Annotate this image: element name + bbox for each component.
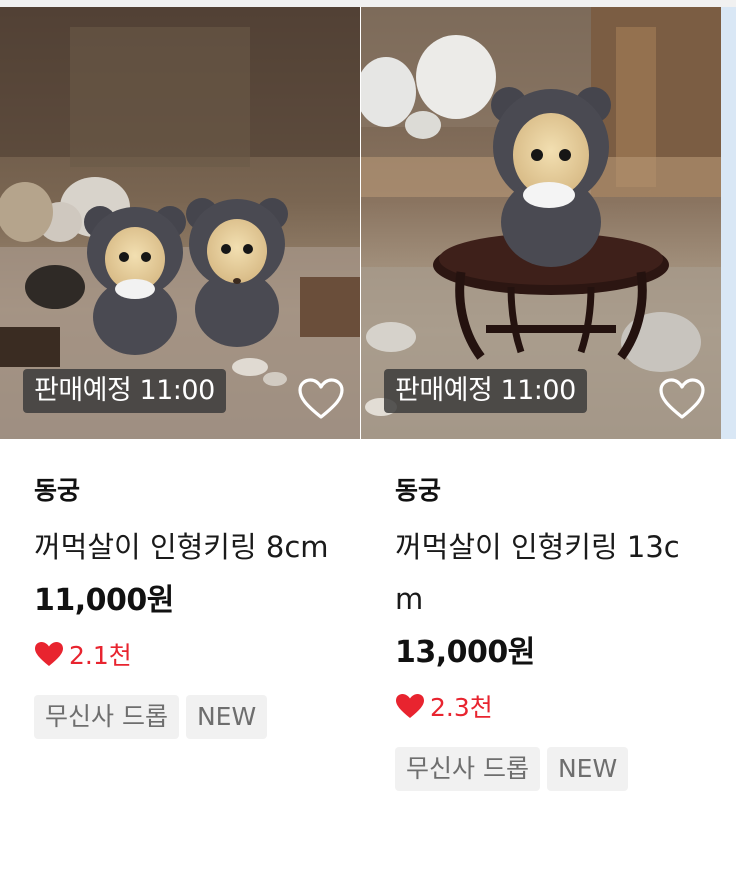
next-card-peek (721, 7, 736, 439)
tag-new: NEW (185, 695, 268, 739)
product-price: 13,000원 (395, 635, 535, 670)
tag-list: 무신사 드롭 NEW (34, 695, 360, 739)
like-count-value: 2.3천 (430, 693, 493, 722)
tag-musinsa-drop: 무신사 드롭 (395, 747, 540, 791)
product-title[interactable]: 꺼먹살이 인형키링 13cm (395, 521, 700, 625)
tag-musinsa-drop: 무신사 드롭 (34, 695, 179, 739)
sale-scheduled-badge: 판매예정 11:00 (23, 369, 226, 413)
heart-filled-icon (35, 642, 63, 666)
product-image[interactable]: 판매예정 11:00 (361, 7, 721, 439)
like-count: 2.3천 (395, 689, 721, 723)
product-card[interactable]: 판매예정 11:00 동궁 꺼먹살이 인형키링 8cm 11,000원 2.1천… (0, 7, 360, 739)
product-card[interactable]: 판매예정 11:00 동궁 꺼먹살이 인형키링 13cm 13,000원 2.3… (361, 7, 721, 791)
tag-new: NEW (546, 747, 629, 791)
product-price: 11,000원 (34, 583, 174, 618)
like-count-value: 2.1천 (69, 641, 132, 670)
wishlist-heart-icon[interactable] (657, 377, 707, 421)
sale-scheduled-badge: 판매예정 11:00 (384, 369, 587, 413)
tag-list: 무신사 드롭 NEW (395, 747, 721, 791)
top-divider (0, 0, 736, 7)
brand-name[interactable]: 동궁 (34, 475, 360, 507)
wishlist-heart-icon[interactable] (296, 377, 346, 421)
brand-name[interactable]: 동궁 (395, 475, 721, 507)
heart-filled-icon (396, 694, 424, 718)
product-title[interactable]: 꺼먹살이 인형키링 8cm (34, 521, 339, 573)
product-image[interactable]: 판매예정 11:00 (0, 7, 360, 439)
like-count: 2.1천 (34, 637, 360, 671)
